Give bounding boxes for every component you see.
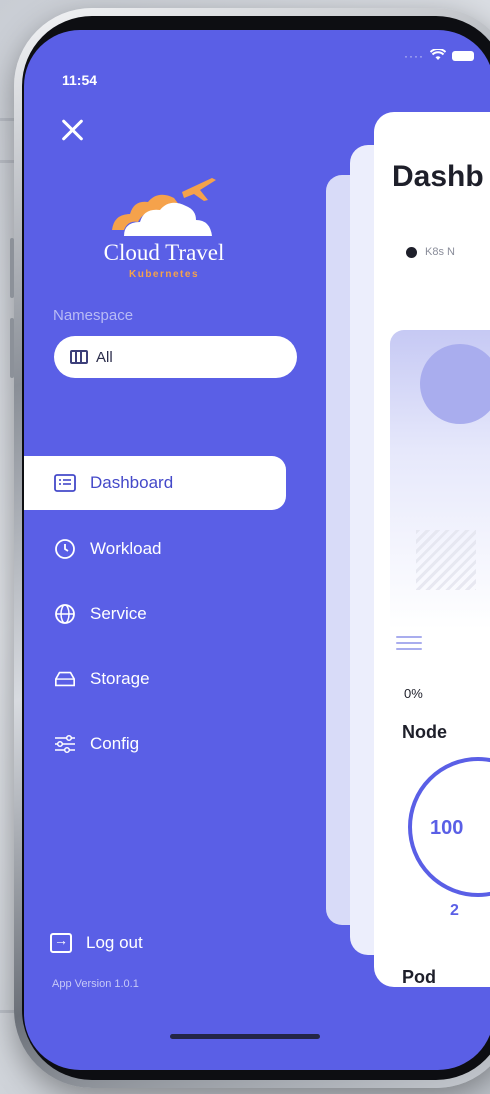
app-logo: Cloud Travel Kubernetes <box>84 170 244 280</box>
usage-percent: 0% <box>404 686 423 701</box>
globe-icon <box>54 603 76 625</box>
logout-button[interactable]: Log out <box>50 932 143 953</box>
status-indicators: ···· <box>404 48 474 64</box>
menu-label-service: Service <box>90 604 147 623</box>
stripes-icon <box>396 636 422 654</box>
logo-title: Cloud Travel <box>103 240 225 265</box>
logo-subtitle: Kubernetes <box>128 269 199 280</box>
drawer-menu: Dashboard Workload Service Storage Confi… <box>24 456 298 783</box>
columns-icon <box>70 350 88 364</box>
menu-label-storage: Storage <box>90 669 150 688</box>
dashboard-title: Dashb <box>392 160 484 193</box>
cluster-dot-icon <box>406 246 417 258</box>
home-indicator[interactable] <box>170 1034 320 1039</box>
menu-label-config: Config <box>90 734 140 753</box>
namespace-value: All <box>96 348 113 366</box>
menu-item-dashboard[interactable]: Dashboard <box>24 456 286 510</box>
menu-item-storage[interactable]: Storage <box>38 653 298 705</box>
logout-label: Log out <box>86 933 143 952</box>
node-count: 2 <box>450 902 459 919</box>
menu-label-workload: Workload <box>90 539 162 558</box>
screen: 11:54 ···· Dashb K8s N 0% Node 100 2 Pod <box>24 30 490 1070</box>
history-icon <box>54 538 76 560</box>
battery-icon <box>452 51 474 61</box>
hero-hatch-decoration <box>416 530 476 590</box>
list-icon <box>54 472 76 494</box>
app-version: App Version 1.0.1 <box>52 978 139 990</box>
overview-hero <box>390 330 490 630</box>
cluster-selector[interactable]: K8s N <box>406 246 455 258</box>
namespace-select[interactable]: All <box>54 336 297 378</box>
close-icon[interactable] <box>58 116 88 146</box>
hero-circle-decoration <box>420 344 490 424</box>
signal-icon: ···· <box>404 49 424 63</box>
pod-heading: Pod <box>402 967 436 987</box>
logout-icon <box>50 932 72 953</box>
wifi-icon <box>429 48 447 64</box>
node-ring-value: 100 <box>430 817 464 839</box>
cloud-plane-icon <box>84 170 244 240</box>
menu-item-config[interactable]: Config <box>38 718 298 770</box>
menu-item-workload[interactable]: Workload <box>38 523 298 575</box>
namespace-label: Namespace <box>53 307 134 324</box>
menu-label-dashboard: Dashboard <box>90 473 174 492</box>
dashboard-card[interactable]: Dashb K8s N 0% Node 100 2 Pod <box>374 112 490 987</box>
sliders-icon <box>54 733 76 755</box>
node-heading: Node <box>402 722 447 742</box>
status-time: 11:54 <box>62 72 98 88</box>
cluster-label: K8s N <box>425 246 455 258</box>
menu-item-service[interactable]: Service <box>38 588 298 640</box>
storage-icon <box>54 668 76 690</box>
